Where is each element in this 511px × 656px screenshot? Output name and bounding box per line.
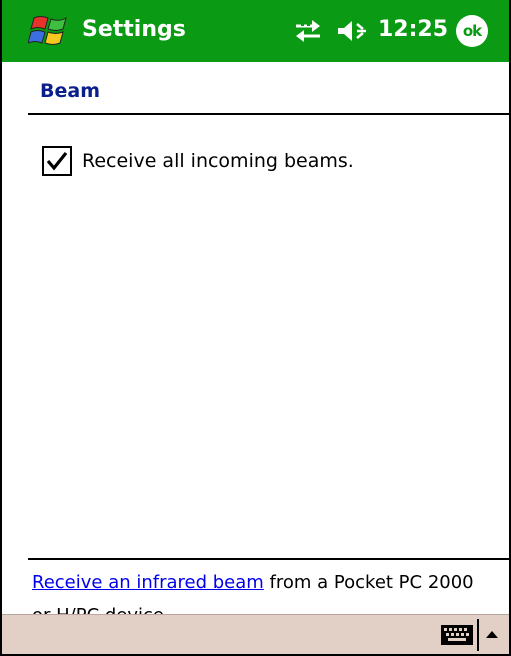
clock[interactable]: 12:25 — [378, 14, 448, 46]
triangle-up-icon[interactable] — [482, 625, 502, 645]
sip-divider — [477, 619, 479, 651]
keyboard-icon[interactable] — [440, 623, 474, 647]
info-divider — [28, 558, 509, 560]
title-divider — [28, 113, 509, 115]
receive-infrared-beam-link[interactable]: Receive an infrared beam — [32, 572, 264, 593]
ok-label: ok — [462, 22, 482, 40]
ok-button[interactable]: ok — [456, 15, 488, 47]
receive-beams-label: Receive all incoming beams. — [82, 150, 354, 172]
app-title: Settings — [82, 17, 186, 42]
receive-beams-checkbox[interactable] — [42, 146, 72, 176]
pocket-pc-screen: Settings 12:25 ok Beam Receive all incom… — [0, 0, 511, 656]
receive-beams-option[interactable]: Receive all incoming beams. — [42, 146, 354, 176]
connectivity-arrows-icon[interactable] — [292, 17, 324, 45]
speaker-volume-icon[interactable] — [336, 17, 370, 45]
page-title: Beam — [40, 80, 100, 102]
windows-flag-icon[interactable] — [27, 12, 72, 50]
title-bar: Settings 12:25 ok — [2, 0, 509, 62]
menu-bar — [2, 614, 509, 654]
checkmark-icon — [46, 152, 68, 171]
